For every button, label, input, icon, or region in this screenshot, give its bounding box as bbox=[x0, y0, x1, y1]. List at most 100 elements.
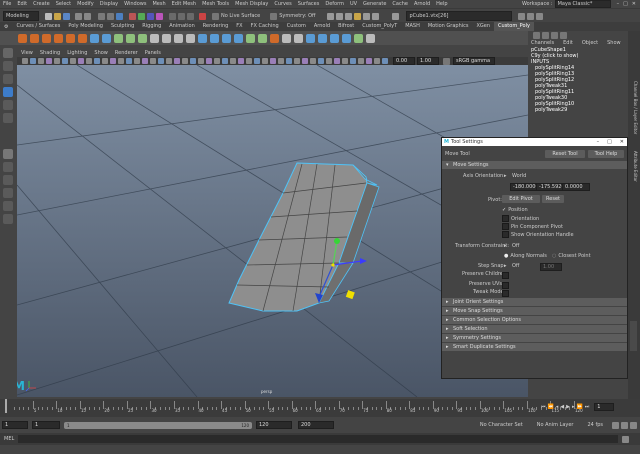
shelf-tool-icon-15[interactable] bbox=[185, 33, 195, 43]
shelf-tool-icon-27[interactable] bbox=[329, 33, 339, 43]
coord-x-field[interactable]: -180.0000 bbox=[510, 183, 539, 191]
menu-help[interactable]: Help bbox=[436, 1, 447, 7]
menu-uv[interactable]: UV bbox=[350, 1, 357, 7]
viewport-menu-panels[interactable]: Panels bbox=[145, 50, 161, 56]
center-handle[interactable] bbox=[331, 263, 335, 267]
menu-arnold[interactable]: Arnold bbox=[414, 1, 430, 7]
shelf-tab-rendering[interactable]: Rendering bbox=[199, 22, 233, 31]
shelf-tool-icon-8[interactable] bbox=[101, 33, 111, 43]
scale-tool-icon[interactable] bbox=[3, 113, 13, 123]
play-forwards-icon[interactable]: ▶ bbox=[566, 404, 570, 410]
shelf-tool-icon-9[interactable] bbox=[113, 33, 123, 43]
modeling-toolkit-icon[interactable] bbox=[560, 31, 567, 39]
show-handle-checkbox[interactable] bbox=[502, 231, 509, 238]
shelf-tool-icon-2[interactable] bbox=[29, 33, 39, 43]
z-axis-handle[interactable] bbox=[360, 258, 367, 264]
menu-mesh-display[interactable]: Mesh Display bbox=[235, 1, 268, 7]
render-settings-icon[interactable] bbox=[345, 12, 353, 20]
close-icon[interactable]: ✕ bbox=[620, 138, 624, 146]
along-normals-radio-icon[interactable]: ● bbox=[504, 253, 508, 259]
shelf-tool-icon-18[interactable] bbox=[221, 33, 231, 43]
persp-graph-icon[interactable] bbox=[3, 188, 13, 198]
shelf-gear-icon[interactable]: ⚙ bbox=[4, 24, 8, 30]
viewport-toolbar-icon-25[interactable] bbox=[214, 58, 220, 64]
persp-hypershade-icon[interactable] bbox=[3, 201, 13, 211]
transform-constraint-arrow-icon[interactable]: ▸ bbox=[504, 243, 507, 249]
shelf-tab-rigging[interactable]: Rigging bbox=[138, 22, 165, 31]
section-joint-orient-settings[interactable]: ▸ Joint Orient Settings bbox=[442, 298, 627, 306]
menu-display[interactable]: Display bbox=[100, 1, 118, 7]
shelf-tool-icon-20[interactable] bbox=[245, 33, 255, 43]
anim-prefs-icon[interactable] bbox=[630, 421, 637, 429]
viewport-toolbar-icon-42[interactable] bbox=[350, 58, 356, 64]
axis-orientation-dropdown[interactable]: World bbox=[512, 173, 526, 179]
color-management-icon[interactable] bbox=[443, 57, 450, 65]
viewport-toolbar-icon-46[interactable] bbox=[382, 58, 388, 64]
axis-orientation-arrow-icon[interactable]: ▸ bbox=[504, 173, 507, 179]
move-tool-icon[interactable] bbox=[3, 87, 13, 97]
section-soft-selection[interactable]: ▸ Soft Selection bbox=[442, 325, 627, 333]
viewport-toolbar-icon-43[interactable] bbox=[358, 58, 364, 64]
shelf-tool-icon-4[interactable] bbox=[53, 33, 63, 43]
attribute-editor-icon[interactable] bbox=[542, 31, 549, 39]
viewport-toolbar-icon-5[interactable] bbox=[54, 58, 60, 64]
menu-edit[interactable]: Edit bbox=[17, 1, 27, 7]
mask-edge-icon[interactable] bbox=[138, 12, 145, 20]
viewport-toolbar-icon-36[interactable] bbox=[302, 58, 308, 64]
viewport-toolbar-icon-24[interactable] bbox=[206, 58, 212, 64]
viewport-toolbar-icon-4[interactable] bbox=[46, 58, 52, 64]
viewport-toolbar-icon-2[interactable] bbox=[30, 58, 36, 64]
shelf-tab-arnold[interactable]: Arnold bbox=[310, 22, 334, 31]
viewport-toolbar-icon-3[interactable] bbox=[38, 58, 44, 64]
viewport-menu-show[interactable]: Show bbox=[94, 50, 108, 56]
viewport-toolbar-icon-16[interactable] bbox=[142, 58, 148, 64]
viewport-toolbar-icon-6[interactable] bbox=[62, 58, 68, 64]
symmetry-dropdown[interactable]: Symmetry: Off bbox=[279, 13, 315, 19]
start-frame-field[interactable]: 1 bbox=[2, 421, 28, 429]
shelf-tool-icon-29[interactable] bbox=[353, 33, 363, 43]
step-back-frame-icon[interactable]: ◂ bbox=[556, 404, 559, 410]
save-scene-icon[interactable] bbox=[63, 12, 70, 20]
shelf-tab-fx-caching[interactable]: FX Caching bbox=[247, 22, 283, 31]
y-axis-handle[interactable] bbox=[334, 238, 340, 244]
mask-vertex-icon[interactable] bbox=[129, 12, 136, 20]
pin-icon[interactable] bbox=[392, 12, 400, 20]
menu-select[interactable]: Select bbox=[56, 1, 71, 7]
shelf-tool-icon-30[interactable] bbox=[365, 33, 375, 43]
along-normals-option[interactable]: ● Along Normals bbox=[504, 253, 547, 259]
preserve-children-checkbox[interactable] bbox=[502, 272, 509, 279]
single-perspective-icon[interactable] bbox=[3, 149, 13, 159]
sidebar-toggle-icon[interactable] bbox=[518, 12, 526, 20]
shelf-tool-icon-25[interactable] bbox=[305, 33, 315, 43]
shelf-tool-icon-3[interactable] bbox=[41, 33, 51, 43]
closest-point-radio-icon[interactable]: ○ bbox=[552, 253, 556, 259]
mask-face-icon[interactable] bbox=[147, 12, 154, 20]
viewport-toolbar-icon-41[interactable] bbox=[342, 58, 348, 64]
viewport-toolbar-icon-15[interactable] bbox=[134, 58, 140, 64]
viewport-toolbar-icon-13[interactable] bbox=[118, 58, 124, 64]
shelf-tool-icon-17[interactable] bbox=[209, 33, 219, 43]
character-set-dropdown[interactable]: No Character Set bbox=[480, 422, 523, 428]
maximize-icon[interactable]: □ bbox=[607, 138, 612, 146]
viewport-toolbar-icon-14[interactable] bbox=[126, 58, 132, 64]
live-surface-icon[interactable] bbox=[212, 12, 219, 20]
shelf-tool-icon-28[interactable] bbox=[341, 33, 351, 43]
viewport-toolbar-icon-19[interactable] bbox=[166, 58, 172, 64]
tool-settings-titlebar[interactable]: M Tool Settings – □ ✕ bbox=[442, 138, 627, 146]
menu-curves[interactable]: Curves bbox=[274, 1, 291, 7]
shelf-tool-icon-7[interactable] bbox=[89, 33, 99, 43]
viewport-toolbar-icon-30[interactable] bbox=[254, 58, 260, 64]
transform-constraint-dropdown[interactable]: Off bbox=[512, 243, 519, 249]
menu-edit-mesh[interactable]: Edit Mesh bbox=[172, 1, 196, 7]
menu-cache[interactable]: Cache bbox=[392, 1, 408, 7]
viewport-toolbar-icon-37[interactable] bbox=[310, 58, 316, 64]
pin-pivot-option[interactable]: Pin Component Pivot bbox=[502, 223, 563, 230]
viewport-menu-view[interactable]: View bbox=[21, 50, 33, 56]
viewport-toolbar-icon-1[interactable] bbox=[22, 58, 28, 64]
shelf-tab-custom[interactable]: Custom bbox=[283, 22, 310, 31]
step-back-key-icon[interactable]: ⏪ bbox=[548, 404, 554, 410]
viewport-toolbar-icon-29[interactable] bbox=[246, 58, 252, 64]
orientation-option[interactable]: Orientation bbox=[502, 215, 539, 222]
shelf-tab-animation[interactable]: Animation bbox=[165, 22, 199, 31]
four-view-icon[interactable] bbox=[3, 162, 13, 172]
